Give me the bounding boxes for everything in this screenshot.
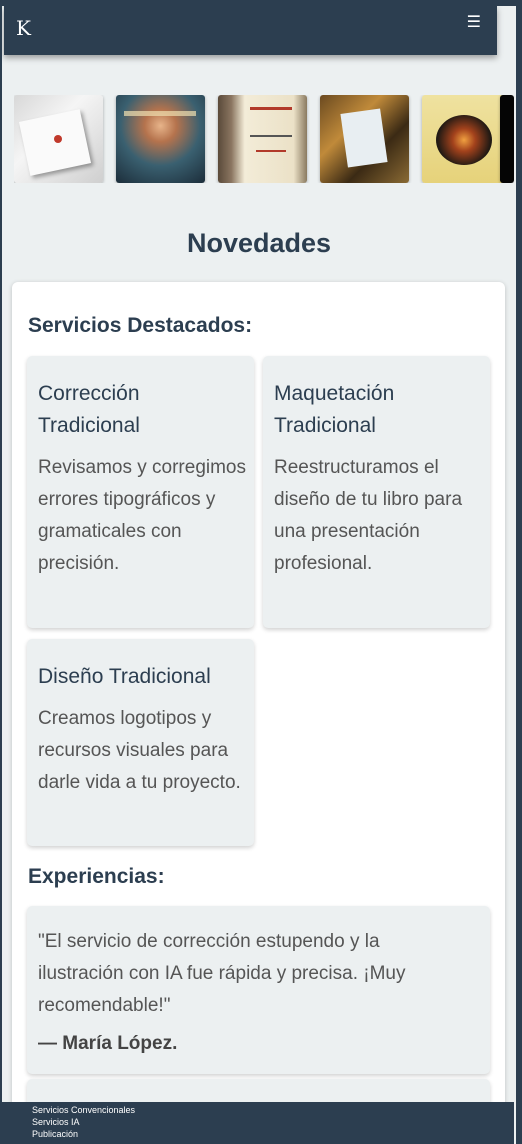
footer-link-servicios-convencionales[interactable]: Servicios Convencionales bbox=[32, 1104, 514, 1116]
service-card-title: Maquetación Tradicional bbox=[274, 382, 395, 437]
book-cover-woman-portrait[interactable] bbox=[116, 95, 205, 183]
service-card-title: Corrección Tradicional bbox=[38, 382, 140, 437]
book-cover-photo-collage[interactable] bbox=[320, 95, 409, 183]
footer-nav: Servicios Convencionales Servicios IA Pu… bbox=[2, 1102, 514, 1144]
service-card-correccion[interactable]: Corrección Tradicional Revisamos y corre… bbox=[27, 356, 254, 628]
testimonial-author: — María López. bbox=[38, 1033, 178, 1054]
testimonial-quote: "El servicio de corrección estupendo y l… bbox=[38, 931, 406, 1016]
footer-link-publicacion[interactable]: Publicación bbox=[32, 1128, 514, 1140]
services-heading: Servicios Destacados: bbox=[28, 314, 253, 337]
service-card-diseno[interactable]: Diseño Tradicional Creamos logotipos y r… bbox=[27, 639, 254, 846]
service-card-description: Creamos logotipos y recursos visuales pa… bbox=[38, 708, 241, 793]
main-content-card: Servicios Destacados: Corrección Tradici… bbox=[12, 282, 505, 1144]
service-card-title: Diseño Tradicional bbox=[38, 665, 211, 688]
page: K ☰ Novedades Servicios Destacados: Corr… bbox=[2, 6, 516, 1144]
service-card-description: Reestructuramos el diseño de tu libro pa… bbox=[274, 457, 463, 574]
service-card-maquetacion[interactable]: Maquetación Tradicional Reestructuramos … bbox=[263, 356, 490, 628]
book-cover-garcia-marquez[interactable] bbox=[422, 95, 511, 183]
news-heading: Novedades bbox=[186, 228, 332, 258]
hamburger-menu-icon[interactable]: ☰ bbox=[467, 12, 481, 31]
top-navbar: K ☰ bbox=[4, 6, 497, 55]
experiences-heading: Experiencias: bbox=[28, 865, 165, 888]
service-card-description: Revisamos y corregimos errores tipográfi… bbox=[38, 457, 246, 574]
book-cover-classic-hardcover[interactable] bbox=[218, 95, 307, 183]
book-carousel[interactable] bbox=[14, 95, 514, 183]
book-cover-white[interactable] bbox=[14, 95, 103, 183]
testimonial-card: "El servicio de corrección estupendo y l… bbox=[27, 906, 490, 1074]
book-cover-black[interactable] bbox=[500, 95, 514, 183]
footer-link-servicios-ia[interactable]: Servicios IA bbox=[32, 1116, 514, 1128]
brand-logo[interactable]: K bbox=[16, 16, 31, 40]
